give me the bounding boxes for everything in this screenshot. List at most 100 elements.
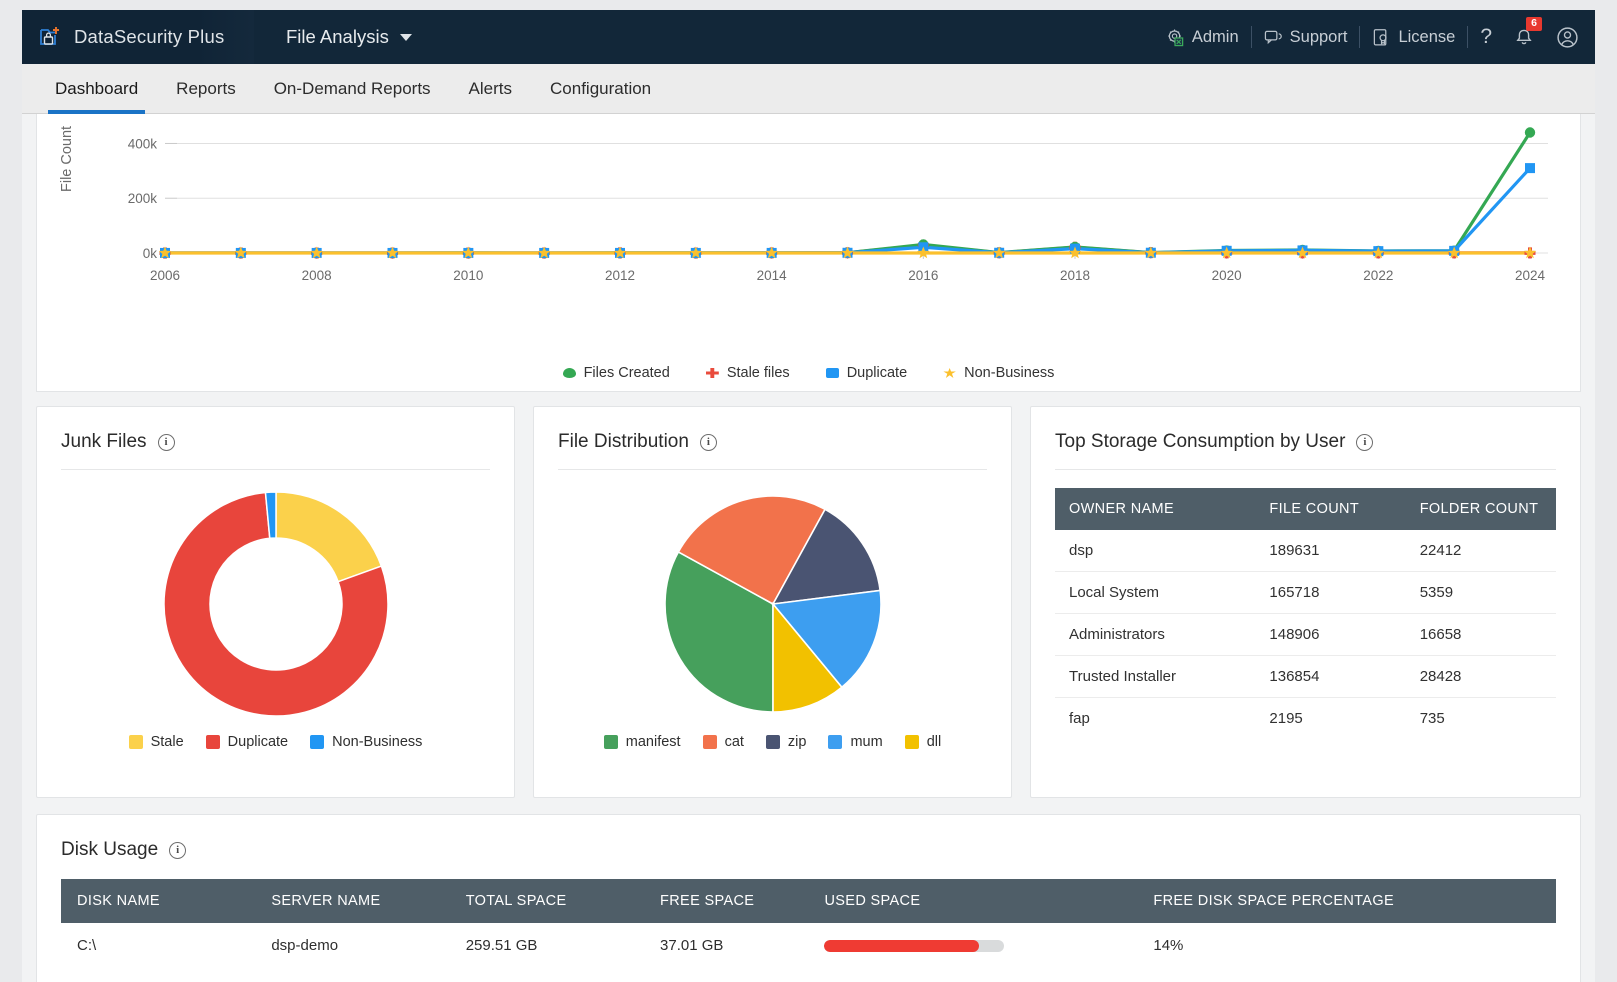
legend-label-cat: cat <box>724 734 744 750</box>
legend-item-non-business[interactable]: Non-Business <box>943 365 1054 381</box>
legend-label-manifest: manifest <box>625 734 681 750</box>
cell-free-disk-space-percentage: 14% <box>1153 937 1184 954</box>
col-file-count[interactable]: FILE COUNT <box>1255 488 1406 530</box>
legend-item-dll[interactable]: dll <box>904 734 941 750</box>
help-button[interactable]: ? <box>1468 25 1504 49</box>
col-total-space[interactable]: TOTAL SPACE <box>449 879 645 923</box>
dashboard-content[interactable]: 0k200k400k600kFile Count2006200820102012… <box>22 114 1595 982</box>
legend-item-zip[interactable]: zip <box>765 734 807 750</box>
svg-text:File Count: File Count <box>59 126 75 192</box>
legend-item-files-created[interactable]: Files Created <box>562 365 670 381</box>
svg-text:2022: 2022 <box>1363 268 1393 283</box>
info-icon[interactable]: i <box>1356 433 1374 451</box>
header-actions: Admin Support License ? 6 <box>1154 17 1595 49</box>
top-storage-table[interactable]: OWNER NAME FILE COUNT FOLDER COUNT dsp 1… <box>1055 488 1556 739</box>
junk-files-card: Junk Files i Stale Duplicate Non-Busines… <box>36 406 515 798</box>
legend-item-manifest[interactable]: manifest <box>603 734 681 750</box>
cell-owner-name: Administrators <box>1055 613 1256 656</box>
donut-chart-svg <box>162 491 389 717</box>
legend-item-mum[interactable]: mum <box>828 734 883 750</box>
info-icon[interactable]: i <box>169 841 187 859</box>
col-used-space[interactable]: USED SPACE <box>808 879 1138 923</box>
cell-file-count: 189631 <box>1255 530 1406 572</box>
info-icon[interactable]: i <box>157 433 175 451</box>
brand-block[interactable]: DataSecurity Plus <box>22 10 254 64</box>
svg-text:2006: 2006 <box>150 268 180 283</box>
pie-chart-svg <box>663 495 882 713</box>
legend-label-non-business: Non-Business <box>964 365 1055 381</box>
cell-folder-count: 5359 <box>1405 571 1556 614</box>
cell-file-count: 2195 <box>1269 710 1303 727</box>
help-icon: ? <box>1480 25 1492 48</box>
legend-item-cat[interactable]: cat <box>702 734 744 750</box>
svg-text:2012: 2012 <box>605 268 635 283</box>
junk-files-title-row: Junk Files i <box>61 431 490 453</box>
tab-on-demand-reports[interactable]: On-Demand Reports <box>255 64 450 113</box>
profile-button[interactable] <box>1544 26 1581 49</box>
file-distribution-pie[interactable] <box>558 484 987 724</box>
legend-item-non-business[interactable]: Non-Business <box>310 734 422 750</box>
file-growth-trend-chart[interactable]: 0k200k400k600kFile Count2006200820102012… <box>37 114 1580 391</box>
legend-swatch-cat <box>702 735 717 749</box>
col-free-space[interactable]: FREE SPACE <box>644 879 809 923</box>
cell-file-count: 165718 <box>1255 571 1406 614</box>
license-link[interactable]: License <box>1360 28 1467 47</box>
tab-alerts[interactable]: Alerts <box>450 64 531 113</box>
tab-reports[interactable]: Reports <box>157 64 255 113</box>
table-row[interactable]: dsp 189631 22412 <box>1055 530 1556 572</box>
legend-marker-non-business <box>943 368 956 378</box>
info-icon[interactable]: i <box>699 433 717 451</box>
legend-label-zip: zip <box>787 734 807 750</box>
col-owner-name[interactable]: OWNER NAME <box>1055 488 1256 530</box>
chevron-down-icon <box>399 33 412 41</box>
table-row[interactable]: Trusted Installer 136854 28428 <box>1055 655 1556 698</box>
disk-usage-title: Disk Usage <box>61 839 159 860</box>
legend-marker-stale-files <box>705 368 719 378</box>
line-chart-legend: Files Created Stale files Duplicate Non-… <box>37 365 1580 381</box>
module-selector[interactable]: File Analysis <box>286 26 412 48</box>
license-label: License <box>1398 27 1456 46</box>
svg-text:2014: 2014 <box>757 268 788 283</box>
table-row[interactable]: fap 2195 735 <box>1055 698 1556 740</box>
tab-configuration[interactable]: Configuration <box>531 64 670 113</box>
tab-reports-label: Reports <box>176 78 236 98</box>
tab-configuration-label: Configuration <box>550 78 652 98</box>
svg-text:2010: 2010 <box>453 268 483 283</box>
module-label: File Analysis <box>286 26 389 47</box>
svg-text:0k: 0k <box>143 246 158 261</box>
table-row[interactable]: C:\ dsp-demo 259.51 GB 37.01 GB 14% <box>61 923 1556 968</box>
cell-disk-name: C:\ <box>77 937 97 954</box>
tab-alerts-label: Alerts <box>468 78 513 98</box>
col-folder-count[interactable]: FOLDER COUNT <box>1405 488 1556 530</box>
legend-marker-duplicate <box>825 368 839 378</box>
disk-usage-card: Disk Usage i DISK NAME SERVER NAME TOTAL… <box>36 814 1581 982</box>
admin-link[interactable]: Admin <box>1154 28 1251 47</box>
cell-file-count: 148906 <box>1255 613 1406 656</box>
legend-item-stale[interactable]: Stale <box>128 734 184 750</box>
col-free-disk-space-percentage[interactable]: FREE DISK SPACE PERCENTAGE <box>1137 879 1556 923</box>
mid-panels-row: Junk Files i Stale Duplicate Non-Busines… <box>36 406 1581 798</box>
legend-swatch-stale <box>128 735 143 749</box>
svg-text:2016: 2016 <box>908 268 938 283</box>
cell-owner-name: Local System <box>1055 571 1256 614</box>
col-server-name[interactable]: SERVER NAME <box>255 879 450 923</box>
cell-server-name: dsp-demo <box>271 937 339 954</box>
legend-label-stale-files: Stale files <box>726 365 790 381</box>
legend-item-duplicate[interactable]: Duplicate <box>825 365 907 381</box>
tab-dashboard[interactable]: Dashboard <box>36 64 157 114</box>
support-link[interactable]: Support <box>1252 28 1360 47</box>
cell-folder-count: 735 <box>1419 710 1445 727</box>
svg-text:2008: 2008 <box>302 268 332 283</box>
disk-usage-table[interactable]: DISK NAME SERVER NAME TOTAL SPACE FREE S… <box>61 879 1556 968</box>
legend-item-duplicate[interactable]: Duplicate <box>205 734 288 750</box>
table-row[interactable]: Local System 165718 5359 <box>1055 571 1556 614</box>
notifications-button[interactable]: 6 <box>1504 17 1544 47</box>
legend-item-stale-files[interactable]: Stale files <box>705 365 790 381</box>
folder-lock-icon <box>38 24 64 50</box>
col-disk-name[interactable]: DISK NAME <box>61 879 256 923</box>
cell-owner-name: Trusted Installer <box>1055 655 1256 698</box>
app-window: DataSecurity Plus File Analysis Admin Su… <box>0 0 1617 982</box>
license-badge-icon <box>1372 28 1391 47</box>
table-row[interactable]: Administrators 148906 16658 <box>1055 613 1556 656</box>
junk-files-donut[interactable] <box>61 484 490 724</box>
